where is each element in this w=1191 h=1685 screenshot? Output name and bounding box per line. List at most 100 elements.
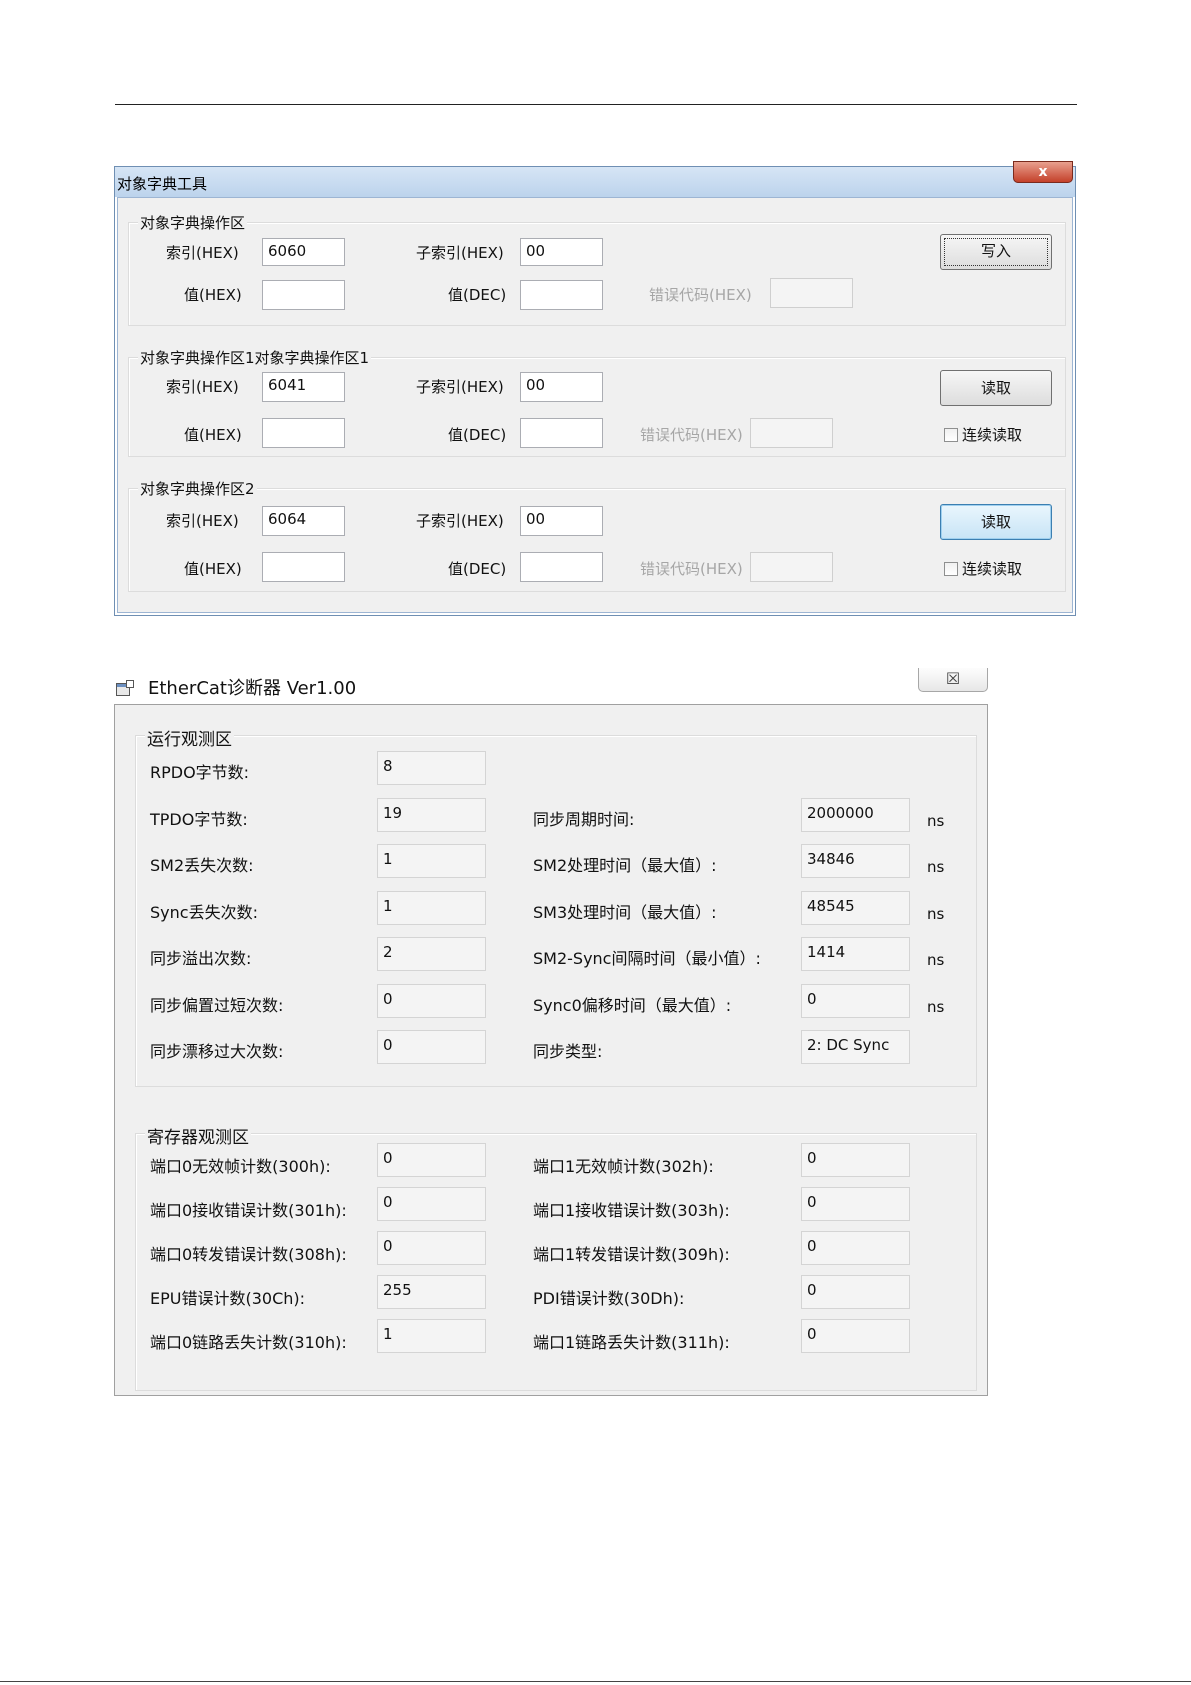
register-field-value: 1: [377, 1319, 486, 1353]
write-button[interactable]: 写入: [940, 234, 1052, 270]
register-field-label: 端口0链路丢失计数(310h):: [150, 1333, 347, 1352]
hex-value-input[interactable]: [262, 280, 345, 310]
register-field-label: 端口1接收错误计数(303h):: [533, 1201, 730, 1220]
index-input[interactable]: 6064: [262, 506, 345, 536]
runtime-field-label: 同步类型:: [533, 1042, 603, 1061]
dec-value-input[interactable]: [520, 552, 603, 582]
title-bar: EtherCat诊断器 Ver1.00 ☒: [114, 668, 988, 704]
runtime-field-value: 2: [377, 937, 486, 971]
runtime-field-label: Sync0偏移时间（最大值）:: [533, 995, 732, 1015]
close-button[interactable]: x: [1013, 161, 1073, 183]
runtime-field-label: 同步偏置过短次数:: [150, 995, 284, 1015]
group-title: 对象字典操作区: [138, 212, 248, 233]
error-code-input: [750, 418, 833, 448]
hex-value-label: 值(HEX): [184, 426, 242, 444]
runtime-field-label: SM3处理时间（最大值）:: [533, 902, 717, 922]
error-code-label: 错误代码(HEX): [640, 560, 743, 578]
register-field-label: 端口1无效帧计数(302h):: [533, 1157, 714, 1176]
index-label: 索引(HEX): [166, 512, 239, 530]
unit-label: ns: [927, 811, 945, 830]
subindex-label: 子索引(HEX): [416, 378, 504, 396]
page-footer-rule: [0, 1681, 1191, 1682]
unit-label: ns: [927, 858, 945, 876]
register-field-value: 0: [377, 1231, 486, 1265]
runtime-field-value: 0: [377, 1030, 486, 1064]
checkbox-box[interactable]: [944, 427, 958, 442]
continuous-read-checkbox-1[interactable]: 连续读取: [944, 424, 1022, 445]
register-field-value: 0: [801, 1231, 910, 1265]
register-field-label: 端口1链路丢失计数(311h):: [533, 1333, 730, 1352]
runtime-field-value: 2000000: [801, 797, 910, 832]
checkbox-label: 连续读取: [962, 426, 1023, 444]
unit-label: ns: [927, 997, 945, 1016]
runtime-field-label: RPDO字节数:: [150, 763, 250, 782]
register-field-label: 端口0转发错误计数(308h):: [150, 1245, 347, 1264]
runtime-field-value: 8: [377, 751, 486, 785]
window-title: 对象字典工具: [117, 175, 208, 193]
runtime-field-value: 34846: [801, 844, 910, 878]
runtime-field-label: SM2处理时间（最大值）:: [533, 856, 717, 875]
runtime-field-label: SM2丢失次数:: [150, 856, 254, 875]
group-title: 对象字典操作区1对象字典操作区1: [138, 347, 372, 368]
subindex-input[interactable]: 00: [520, 506, 603, 536]
register-field-value: 0: [801, 1143, 910, 1177]
error-code-label: 错误代码(HEX): [640, 426, 743, 444]
runtime-field-value: 1: [377, 890, 486, 925]
index-label: 索引(HEX): [166, 378, 239, 396]
register-field-label: 端口1转发错误计数(309h):: [533, 1245, 730, 1264]
register-field-value: 255: [377, 1275, 486, 1309]
register-field-value: 0: [801, 1187, 910, 1221]
subindex-label: 子索引(HEX): [416, 244, 504, 262]
page-header-rule: [115, 104, 1077, 105]
register-field-label: PDI错误计数(30Dh):: [533, 1289, 685, 1308]
subindex-input[interactable]: 00: [520, 372, 603, 402]
write-button-label: 写入: [944, 238, 1048, 266]
subindex-label: 子索引(HEX): [416, 512, 504, 530]
runtime-field-label: TPDO字节数:: [150, 809, 248, 829]
register-field-value: 0: [801, 1319, 910, 1353]
runtime-field-value: 0: [801, 983, 910, 1018]
index-label: 索引(HEX): [166, 244, 239, 262]
group-title: 运行观测区: [145, 725, 234, 750]
register-field-label: 端口0接收错误计数(301h):: [150, 1201, 347, 1220]
dec-value-label: 值(DEC): [448, 560, 507, 578]
runtime-field-label: 同步漂移过大次数:: [150, 1042, 284, 1061]
index-input[interactable]: 6060: [262, 238, 345, 266]
read-button-1[interactable]: 读取: [940, 370, 1052, 406]
register-field-label: EPU错误计数(30Ch):: [150, 1289, 306, 1308]
runtime-field-value: 1: [377, 844, 486, 878]
runtime-field-label: 同步溢出次数:: [150, 949, 252, 968]
read-button-2[interactable]: 读取: [940, 504, 1052, 540]
window-title: EtherCat诊断器 Ver1.00: [148, 678, 357, 699]
register-field-value: 0: [377, 1143, 486, 1177]
close-button[interactable]: ☒: [918, 668, 988, 692]
index-input[interactable]: 6041: [262, 372, 345, 402]
runtime-field-label: 同步周期时间:: [533, 809, 635, 829]
runtime-field-value: 0: [377, 983, 486, 1018]
error-code-input: [750, 552, 833, 582]
checkbox-label: 连续读取: [962, 560, 1023, 578]
dec-value-label: 值(DEC): [448, 426, 507, 444]
group-title: 寄存器观测区: [145, 1123, 251, 1148]
checkbox-box[interactable]: [944, 561, 958, 576]
register-field-value: 0: [801, 1275, 910, 1309]
app-window-icon: [116, 680, 134, 696]
subindex-input[interactable]: 00: [520, 238, 603, 266]
object-dictionary-window: 对象字典工具 x 对象字典操作区 索引(HEX) 6060 子索引(HEX) 0…: [114, 161, 1076, 616]
register-field-value: 0: [377, 1187, 486, 1221]
hex-value-input[interactable]: [262, 552, 345, 582]
continuous-read-checkbox-2[interactable]: 连续读取: [944, 558, 1022, 579]
runtime-field-label: Sync丢失次数:: [150, 902, 258, 922]
hex-value-label: 值(HEX): [184, 560, 242, 578]
hex-value-label: 值(HEX): [184, 286, 242, 304]
runtime-field-value: 19: [377, 797, 486, 832]
dec-value-input[interactable]: [520, 280, 603, 310]
window-client: 对象字典操作区 索引(HEX) 6060 子索引(HEX) 00 值(HEX) …: [117, 197, 1073, 613]
register-field-label: 端口0无效帧计数(300h):: [150, 1157, 331, 1176]
unit-label: ns: [927, 904, 945, 923]
error-code-input: [770, 278, 853, 308]
title-bar: 对象字典工具 x: [115, 161, 1075, 197]
hex-value-input[interactable]: [262, 418, 345, 448]
dec-value-input[interactable]: [520, 418, 603, 448]
runtime-field-value: 48545: [801, 890, 910, 925]
